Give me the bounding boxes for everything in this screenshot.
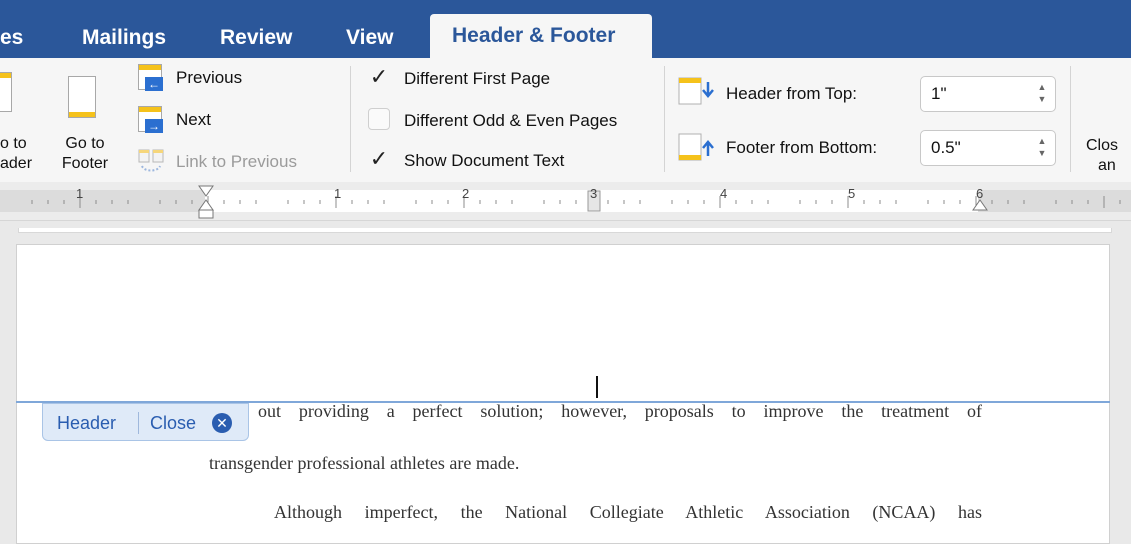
ruler-number: 1 bbox=[334, 186, 342, 201]
different-odd-even-label: Different Odd & Even Pages bbox=[404, 111, 618, 130]
footer-from-bottom-value[interactable]: 0.5" bbox=[931, 138, 961, 158]
link-to-previous-button[interactable]: Link to Previous bbox=[138, 148, 338, 176]
page-footer-icon bbox=[68, 76, 96, 118]
ruler-number: 2 bbox=[462, 186, 470, 201]
next-label: Next bbox=[176, 110, 211, 129]
tab-partial[interactable]: es bbox=[0, 20, 23, 56]
ribbon-separator bbox=[1070, 66, 1071, 172]
different-odd-even-checkbox[interactable]: Different Odd & Even Pages bbox=[368, 108, 658, 134]
different-first-page-label: Different First Page bbox=[404, 69, 551, 88]
ruler-number: 5 bbox=[848, 186, 856, 201]
header-from-top-stepper[interactable]: 1" ▲ ▼ bbox=[920, 76, 1056, 112]
footer-position-icon bbox=[678, 133, 714, 161]
footer-from-bottom-stepper[interactable]: 0.5" ▲ ▼ bbox=[920, 130, 1056, 166]
previous-page-bottom bbox=[18, 228, 1112, 233]
stepper-arrows-icon[interactable]: ▲ ▼ bbox=[1035, 81, 1049, 107]
header-tag: Header Close ✕ bbox=[42, 403, 249, 441]
go-to-header-label-2: ader bbox=[0, 155, 33, 172]
previous-label: Previous bbox=[176, 68, 243, 87]
header-tag-separator bbox=[138, 412, 139, 434]
previous-icon: ← bbox=[138, 64, 163, 91]
tab-view[interactable]: View bbox=[346, 20, 393, 56]
checkbox-empty-icon bbox=[368, 108, 390, 130]
header-from-top-value[interactable]: 1" bbox=[931, 84, 947, 104]
go-to-footer-button[interactable]: Go to Footer bbox=[52, 72, 118, 172]
different-first-page-checkbox[interactable]: ✓ Different First Page bbox=[368, 66, 648, 92]
link-to-previous-label: Link to Previous bbox=[176, 152, 297, 171]
footer-from-bottom-label: Footer from Bottom: bbox=[726, 138, 878, 157]
header-from-top-label: Header from Top: bbox=[726, 84, 858, 103]
document-page[interactable] bbox=[16, 244, 1110, 544]
go-to-header-button[interactable]: o to ader bbox=[0, 72, 40, 172]
checkmark-icon: ✓ bbox=[369, 64, 389, 89]
checkmark-icon: ✓ bbox=[369, 146, 389, 171]
text-cursor bbox=[596, 376, 598, 398]
close-header-footer-button[interactable]: Clos an bbox=[1080, 132, 1131, 176]
previous-button[interactable]: ← Previous bbox=[138, 64, 278, 94]
close-label-2: an bbox=[1098, 157, 1116, 174]
paragraph-line: out providing a perfect solution; howeve… bbox=[258, 401, 982, 421]
ribbon-separator bbox=[664, 66, 665, 172]
link-icon bbox=[138, 149, 164, 172]
next-icon: → bbox=[138, 106, 163, 133]
ribbon: o to ader Go to Footer ← Previous → Next bbox=[0, 58, 1131, 183]
next-button[interactable]: → Next bbox=[138, 106, 278, 136]
left-indent-marker bbox=[198, 209, 214, 219]
horizontal-ruler[interactable]: 1 1 2 3 4 5 6 bbox=[0, 182, 1131, 221]
ruler-graphic bbox=[0, 185, 1131, 219]
go-to-header-label-1: o to bbox=[0, 135, 27, 152]
header-close-button[interactable]: Close bbox=[150, 413, 196, 434]
header-tag-label: Header bbox=[57, 413, 117, 433]
ruler-number: 4 bbox=[720, 186, 728, 201]
ribbon-separator bbox=[350, 66, 351, 172]
close-circle-icon[interactable]: ✕ bbox=[212, 413, 232, 433]
page-header-icon bbox=[0, 72, 12, 112]
show-document-text-label: Show Document Text bbox=[404, 151, 565, 170]
paragraph-line: transgender professional athletes are ma… bbox=[209, 453, 520, 473]
show-document-text-checkbox[interactable]: ✓ Show Document Text bbox=[368, 148, 648, 174]
go-to-footer-label-2: Footer bbox=[61, 155, 109, 172]
arrow-down-icon bbox=[702, 82, 714, 98]
go-to-footer-label-1: Go to bbox=[65, 135, 105, 152]
paragraph-line: Although imperfect, the National Collegi… bbox=[274, 502, 982, 522]
ruler-number: 1 bbox=[76, 186, 84, 201]
ruler-number: 6 bbox=[976, 186, 984, 201]
arrow-up-icon bbox=[702, 140, 714, 156]
tab-review[interactable]: Review bbox=[220, 20, 292, 56]
ruler-number: 3 bbox=[590, 186, 598, 201]
ribbon-tab-bar: es Mailings Review View Header & Footer bbox=[0, 0, 1131, 58]
header-position-icon bbox=[678, 77, 714, 105]
stepper-arrows-icon[interactable]: ▲ ▼ bbox=[1035, 135, 1049, 161]
tab-header-footer[interactable]: Header & Footer bbox=[430, 14, 652, 58]
close-label-1: Clos bbox=[1086, 137, 1119, 154]
tab-mailings[interactable]: Mailings bbox=[82, 20, 166, 56]
